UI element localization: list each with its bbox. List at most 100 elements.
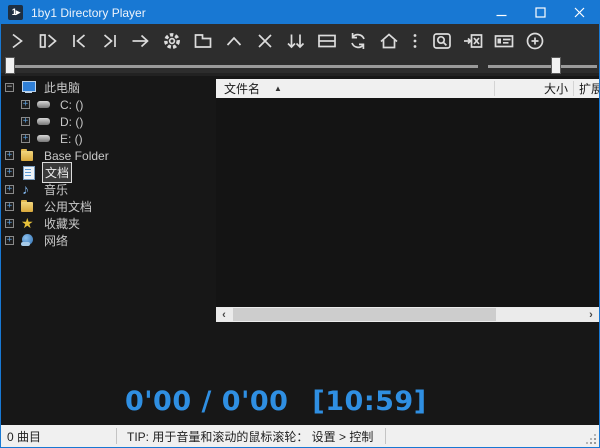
play-icon xyxy=(6,30,28,52)
close-icon xyxy=(574,7,585,18)
expand-icon[interactable]: + xyxy=(5,202,14,211)
expand-icon[interactable]: + xyxy=(21,134,30,143)
settings-button[interactable] xyxy=(156,26,187,56)
directory-tree: − 此电脑 + C: () + D: () + E: () + xyxy=(1,79,214,249)
minimize-icon xyxy=(496,7,507,18)
collapse-up-button[interactable] xyxy=(218,26,249,56)
expand-icon[interactable]: + xyxy=(5,168,14,177)
home-icon xyxy=(378,30,400,52)
window-controls xyxy=(482,1,599,24)
gear-icon xyxy=(161,30,183,52)
folder-icon xyxy=(21,149,36,162)
folder-window-icon xyxy=(192,30,214,52)
folder-window-button[interactable] xyxy=(187,26,218,56)
column-header-size[interactable]: 大小 xyxy=(495,80,573,97)
refresh-button[interactable] xyxy=(342,26,373,56)
close-button[interactable] xyxy=(560,1,599,24)
minimize-button[interactable] xyxy=(482,1,521,24)
play-pause-icon xyxy=(37,30,59,52)
search-icon xyxy=(431,30,453,52)
arrow-to-x-box-icon xyxy=(462,30,484,52)
file-list-header: 文件名 ▲ 大小 扩展 xyxy=(216,79,599,98)
time-display: 0'00 / 0'00 [10:59] xyxy=(125,386,427,417)
filename-header-label: 文件名 xyxy=(224,80,260,97)
split-view-icon xyxy=(316,30,338,52)
tree-item-label: 网络 xyxy=(42,231,70,250)
close-x-button[interactable] xyxy=(249,26,280,56)
forward-arrow-button[interactable] xyxy=(125,26,156,56)
music-note-icon xyxy=(21,183,36,196)
scroll-left-button[interactable] xyxy=(216,307,232,322)
play-pause-button[interactable] xyxy=(32,26,63,56)
star-icon xyxy=(21,217,36,230)
toolbar xyxy=(1,24,599,57)
plus-circle-icon xyxy=(524,30,546,52)
maximize-icon xyxy=(535,7,546,18)
next-icon xyxy=(99,30,121,52)
window-title: 1by1 Directory Player xyxy=(31,6,146,20)
tree-item-drive-d[interactable]: + D: () xyxy=(1,113,214,130)
horizontal-scrollbar xyxy=(216,307,599,322)
expand-icon[interactable]: + xyxy=(5,185,14,194)
seek-slider-handle[interactable] xyxy=(5,57,15,74)
collapse-icon[interactable]: − xyxy=(5,83,14,92)
expand-icon[interactable]: + xyxy=(21,100,30,109)
tree-item-label: 此电脑 xyxy=(42,78,82,97)
chevron-up-icon xyxy=(223,30,245,52)
file-list-panel: 文件名 ▲ 大小 扩展 xyxy=(216,79,599,322)
tree-item-drive-c[interactable]: + C: () xyxy=(1,96,214,113)
previous-icon xyxy=(68,30,90,52)
tree-item-favorites[interactable]: + 收藏夹 xyxy=(1,215,214,232)
network-icon xyxy=(21,234,36,247)
search-button[interactable] xyxy=(426,26,457,56)
statusbar-divider xyxy=(385,428,386,444)
volume-slider-handle[interactable] xyxy=(551,57,561,74)
slider-row xyxy=(1,57,599,76)
sort-down-button[interactable] xyxy=(280,26,311,56)
add-button[interactable] xyxy=(519,26,550,56)
file-info-button[interactable] xyxy=(488,26,519,56)
clock-time: [10:59] xyxy=(312,386,426,417)
expand-icon[interactable]: + xyxy=(5,236,14,245)
title-bar[interactable]: 1▸ 1by1 Directory Player xyxy=(1,1,599,24)
previous-track-button[interactable] xyxy=(63,26,94,56)
tree-item-network[interactable]: + 网络 xyxy=(1,232,214,249)
tree-item-public-documents[interactable]: + 公用文档 xyxy=(1,198,214,215)
drive-icon xyxy=(37,115,52,128)
main-content: − 此电脑 + C: () + D: () + E: () + xyxy=(1,76,599,425)
status-bar: 0 曲目 TIP: 用于音量和滚动的鼠标滚轮： 设置 > 控制 xyxy=(1,425,599,447)
column-header-extension[interactable]: 扩展 xyxy=(574,80,599,97)
document-icon xyxy=(21,166,36,179)
refresh-icon xyxy=(347,30,369,52)
column-header-filename[interactable]: 文件名 ▲ xyxy=(216,80,494,97)
file-list-body[interactable] xyxy=(216,98,599,307)
resize-grip[interactable] xyxy=(585,433,597,445)
expand-icon[interactable]: + xyxy=(21,117,30,126)
expand-icon[interactable]: + xyxy=(5,219,14,228)
split-view-button[interactable] xyxy=(311,26,342,56)
x-icon xyxy=(254,30,276,52)
vertical-ellipsis-icon xyxy=(404,30,426,52)
app-window: 1▸ 1by1 Directory Player xyxy=(0,0,600,448)
scrollbar-thumb[interactable] xyxy=(233,308,496,321)
app-icon: 1▸ xyxy=(8,5,23,20)
scroll-right-button[interactable] xyxy=(583,307,599,322)
expand-icon[interactable]: + xyxy=(5,151,14,160)
exit-button[interactable] xyxy=(457,26,488,56)
double-down-arrows-icon xyxy=(285,30,307,52)
tree-item-base-folder[interactable]: + Base Folder xyxy=(1,147,214,164)
playback-position: 0'00 / 0'00 xyxy=(125,386,288,417)
tree-item-documents[interactable]: + 文档 xyxy=(1,164,214,181)
tree-item-this-pc[interactable]: − 此电脑 xyxy=(1,79,214,96)
maximize-button[interactable] xyxy=(521,1,560,24)
seek-slider[interactable] xyxy=(6,65,478,68)
tree-item-music[interactable]: + 音乐 xyxy=(1,181,214,198)
next-track-button[interactable] xyxy=(94,26,125,56)
tree-item-drive-e[interactable]: + E: () xyxy=(1,130,214,147)
status-tip: TIP: 用于音量和滚动的鼠标滚轮： 设置 > 控制 xyxy=(117,428,385,445)
drive-icon xyxy=(37,98,52,111)
more-options-button[interactable] xyxy=(404,26,426,56)
play-button[interactable] xyxy=(1,26,32,56)
home-button[interactable] xyxy=(373,26,404,56)
volume-slider[interactable] xyxy=(488,65,597,68)
